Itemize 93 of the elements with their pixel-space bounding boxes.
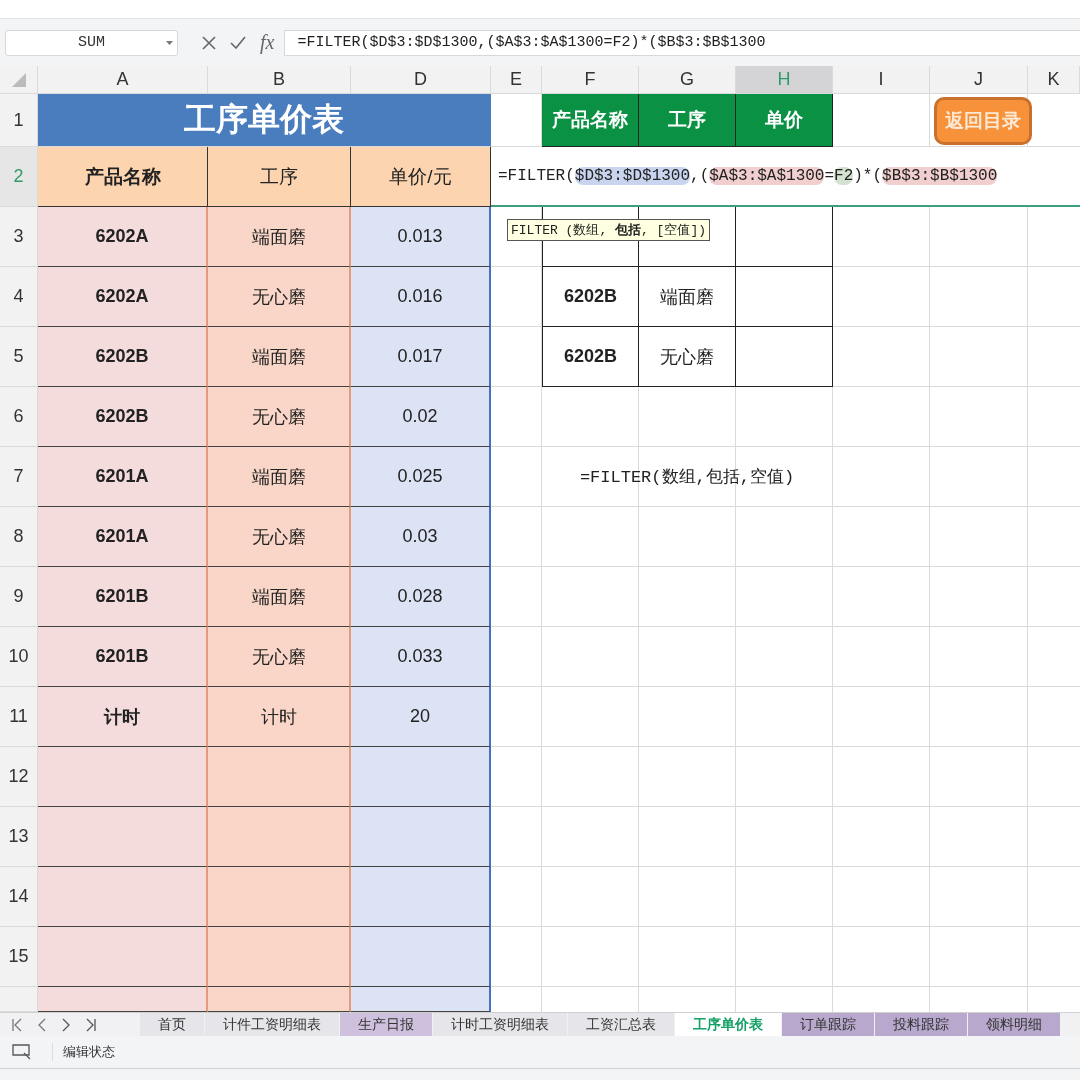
column-heading: 单价	[736, 94, 833, 147]
table-cell: 6202B	[38, 327, 208, 387]
column-heading: 产品名称	[542, 94, 639, 147]
row-header[interactable]: 11	[0, 687, 38, 747]
column-heading: 产品名称	[38, 147, 208, 207]
table-cell: 0.028	[351, 567, 491, 627]
dropdown-icon[interactable]	[166, 40, 173, 45]
table-cell: 端面磨	[208, 447, 351, 507]
close-icon[interactable]	[202, 35, 216, 50]
next-sheet-icon[interactable]	[62, 1017, 70, 1032]
table-cell: 无心磨	[208, 267, 351, 327]
table-cell: 0.02	[351, 387, 491, 447]
table-cell: 6202A	[38, 267, 208, 327]
table-cell: 6201B	[38, 567, 208, 627]
row-header[interactable]: 3	[0, 207, 38, 267]
row-header[interactable]: 8	[0, 507, 38, 567]
table-cell: 0.017	[351, 327, 491, 387]
row-header[interactable]: 10	[0, 627, 38, 687]
cell-reference: $B$3:$B$1300	[882, 167, 998, 185]
row-header[interactable]: 7	[0, 447, 38, 507]
table-cell: 0.03	[351, 507, 491, 567]
row-header[interactable]: 9	[0, 567, 38, 627]
table-cell: 6202A	[38, 207, 208, 267]
cell-reference: $D$3:$D$1300	[574, 167, 691, 185]
column-header[interactable]: K	[1028, 66, 1080, 94]
table-cell: 6201A	[38, 447, 208, 507]
formula-text: =FILTER(	[498, 167, 575, 185]
table-cell: 端面磨	[208, 327, 351, 387]
table-cell: 无心磨	[639, 327, 736, 387]
table-cell: 无心磨	[208, 507, 351, 567]
formula-input[interactable]: =FILTER($D$3:$D$1300,($A$3:$A$1300=F2)*($B$3:$B$1300	[284, 29, 1080, 56]
table-cell: 0.013	[351, 207, 491, 267]
column-header[interactable]: G	[639, 66, 736, 94]
function-tooltip: FILTER (数组, 包括, [空值])	[507, 219, 711, 241]
formula-text: =	[824, 167, 835, 185]
column-heading: 工序	[208, 147, 351, 207]
table-cell: 6202B	[542, 267, 639, 327]
previous-sheet-icon[interactable]	[38, 1017, 46, 1032]
column-header[interactable]: I	[833, 66, 930, 94]
sheet-tab[interactable]: 计时工资明细表	[433, 1013, 567, 1036]
cell-reference: $A$3:$A$1300	[709, 167, 825, 185]
sheet-tab[interactable]: 投料跟踪	[875, 1013, 967, 1036]
formula-text: )*(	[853, 167, 883, 185]
note-text: =FILTER(数组,包括,空值)	[542, 447, 833, 507]
function-button[interactable]: fx	[260, 31, 275, 54]
sheet-tab[interactable]: 订单跟踪	[782, 1013, 874, 1036]
corner-triangle-icon	[11, 72, 26, 87]
table-cell: 0.025	[351, 447, 491, 507]
row-header[interactable]: 14	[0, 867, 38, 927]
row-header[interactable]: 12	[0, 747, 38, 807]
table-cell: 端面磨	[639, 267, 736, 327]
table-cell: 6201A	[38, 507, 208, 567]
column-header[interactable]: B	[208, 66, 351, 94]
table-cell: 6202B	[542, 327, 639, 387]
table-cell: 端面磨	[208, 567, 351, 627]
table-cell: 端面磨	[208, 207, 351, 267]
sheet-tab[interactable]: 首页	[140, 1013, 204, 1036]
table-cell: 无心磨	[208, 627, 351, 687]
row-header[interactable]: 13	[0, 807, 38, 867]
column-heading: 单价/元	[351, 147, 491, 207]
table-cell: 0.033	[351, 627, 491, 687]
row-header[interactable]: 15	[0, 927, 38, 987]
row-header[interactable]: 6	[0, 387, 38, 447]
name-box[interactable]: SUM	[5, 29, 178, 56]
row-header[interactable]: 4	[0, 267, 38, 327]
table-cell: 计时	[38, 687, 208, 747]
status-text: 编辑状态	[52, 1043, 115, 1061]
sheet-tab[interactable]: 计件工资明细表	[205, 1013, 339, 1036]
sheet-tab[interactable]: 领料明细	[968, 1013, 1060, 1036]
table-cell: 0.016	[351, 267, 491, 327]
last-sheet-icon[interactable]	[86, 1017, 96, 1032]
column-header[interactable]: D	[351, 66, 491, 94]
table-cell: 无心磨	[208, 387, 351, 447]
column-header[interactable]: J	[930, 66, 1028, 94]
table-cell: 20	[351, 687, 491, 747]
table-cell: 计时	[208, 687, 351, 747]
row-header[interactable]: 5	[0, 327, 38, 387]
column-heading: 工序	[639, 94, 736, 147]
table-cell: 6201B	[38, 627, 208, 687]
table-cell: 6202B	[38, 387, 208, 447]
column-header[interactable]: A	[38, 66, 208, 94]
sheet-title: 工序单价表	[38, 94, 491, 147]
column-header[interactable]: F	[542, 66, 639, 94]
first-sheet-icon[interactable]	[12, 1017, 22, 1032]
cell-reference: F2	[834, 167, 854, 185]
column-header[interactable]: E	[491, 66, 542, 94]
monitor-icon[interactable]	[12, 1044, 32, 1060]
sheet-tab[interactable]: 生产日报	[340, 1013, 432, 1036]
check-icon[interactable]	[230, 36, 246, 49]
row-header[interactable]: 1	[0, 94, 38, 147]
cell-editor[interactable]: =FILTER($D$3:$D$1300,($A$3:$A$1300=F2)*($B$3:$B$1300	[491, 147, 1080, 207]
sheet-tab[interactable]: 工资汇总表	[568, 1013, 674, 1036]
formula-text: ,(	[690, 167, 710, 185]
